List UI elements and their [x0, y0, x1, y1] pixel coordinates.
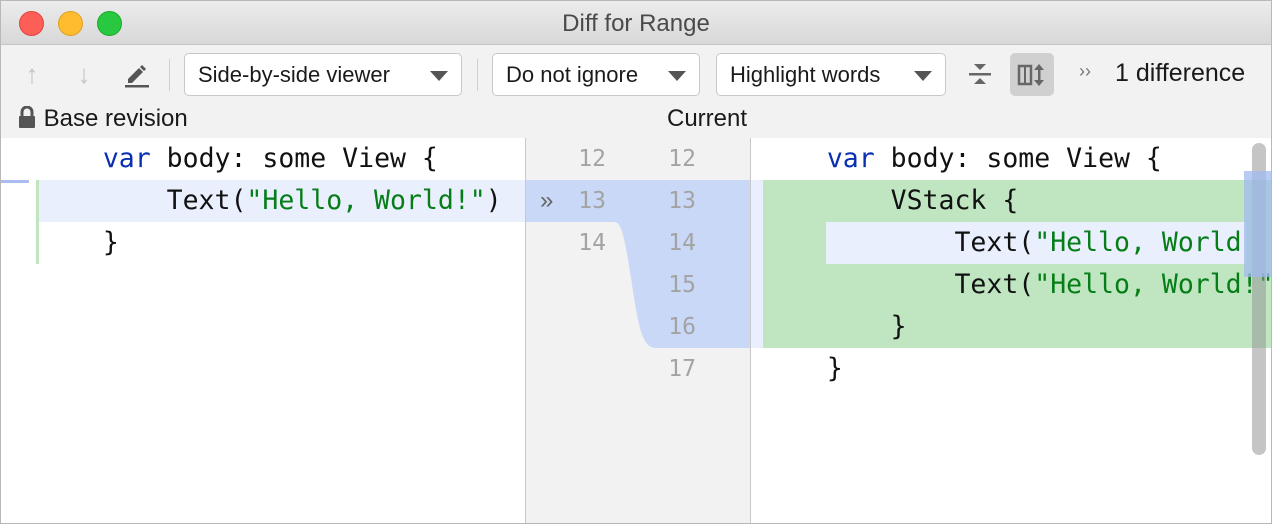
diff-window: Diff for Range ↑ ↓ Side-by-side viewer D…	[0, 0, 1272, 524]
right-line-number: 12	[668, 146, 696, 172]
right-line-number: 16	[668, 314, 696, 340]
right-line-number: 17	[668, 356, 696, 382]
right-line-number: 13	[668, 188, 696, 214]
scroll-change-marker	[1244, 171, 1271, 277]
change-marker	[1, 180, 29, 183]
chevron-down-icon	[430, 71, 448, 81]
double-chevron-icon[interactable]: ››	[1079, 61, 1091, 82]
ignore-select[interactable]: Do not ignore	[492, 53, 700, 96]
code-line: Text("Hello, World!")	[39, 185, 502, 216]
code-line: Text("Hello, World!"	[763, 269, 1272, 300]
right-header: Current	[667, 105, 748, 132]
window-title: Diff for Range	[562, 10, 710, 37]
right-line-number: 14	[668, 230, 696, 256]
left-line-number: 12	[578, 146, 606, 172]
diff-connector	[526, 180, 750, 348]
right-line-number: 15	[668, 272, 696, 298]
separator	[477, 59, 478, 91]
diff-gutter: » 12 13 14 12 13 14 15 16 17	[525, 138, 751, 523]
code-line: }	[763, 311, 907, 342]
title-bar: Diff for Range	[1, 1, 1271, 45]
code-line: var body: some View {	[826, 143, 1162, 174]
highlight-select-value: Highlight words	[730, 62, 881, 87]
left-line-number: 13	[578, 188, 606, 214]
arrow-down-icon[interactable]: ↓	[67, 57, 101, 91]
difference-count: 1 difference	[1115, 59, 1246, 87]
left-line-number: 14	[578, 230, 606, 256]
sync-scroll-icon[interactable]	[1010, 53, 1054, 96]
right-editor[interactable]: var body: some View { VStack { Text("Hel…	[751, 138, 1272, 523]
apply-change-icon[interactable]: »	[540, 180, 553, 222]
left-header-label: Base revision	[43, 105, 188, 132]
change-margin	[751, 180, 763, 348]
highlight-select[interactable]: Highlight words	[716, 53, 946, 96]
code-line: var body: some View {	[102, 143, 438, 174]
pencil-icon[interactable]	[119, 57, 153, 91]
code-line: }	[763, 353, 843, 384]
collapse-unchanged-icon[interactable]	[963, 57, 997, 91]
lock-icon	[19, 105, 35, 128]
viewer-select-value: Side-by-side viewer	[198, 62, 390, 87]
separator	[169, 59, 170, 91]
viewer-select[interactable]: Side-by-side viewer	[184, 53, 462, 96]
toolbar: ↑ ↓ Side-by-side viewer Do not ignore Hi…	[1, 45, 1271, 103]
code-line: Text("Hello, World	[763, 227, 1242, 258]
ignore-select-value: Do not ignore	[506, 62, 639, 87]
chevron-down-icon	[914, 71, 932, 81]
code-line: }	[39, 227, 119, 258]
left-header: Base revision	[17, 105, 188, 133]
code-line: VStack {	[763, 185, 1019, 216]
left-editor[interactable]: var body: some View { Text("Hello, World…	[1, 138, 525, 523]
arrow-up-icon[interactable]: ↑	[15, 57, 49, 91]
chevron-down-icon	[668, 71, 686, 81]
